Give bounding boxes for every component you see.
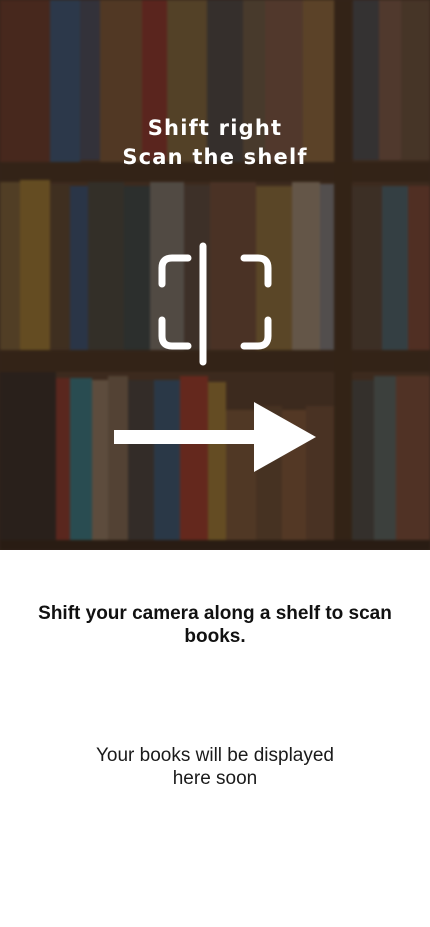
camera-viewfinder[interactable]: Shift right Scan the shelf <box>0 0 430 550</box>
scan-screen: Shift right Scan the shelf Shift your ca… <box>0 0 430 927</box>
results-panel: Shift your camera along a shelf to scan … <box>0 550 430 927</box>
hint-direction: Shift right <box>147 116 283 140</box>
scan-instruction: Shift your camera along a shelf to scan … <box>38 603 392 647</box>
arrow-right-icon <box>114 402 316 472</box>
empty-results-message: Your books will be displayed here soon <box>95 745 334 789</box>
scan-hint: Shift right Scan the shelf <box>0 114 430 172</box>
scan-frame-icon <box>158 242 272 366</box>
hint-action: Scan the shelf <box>122 145 308 169</box>
